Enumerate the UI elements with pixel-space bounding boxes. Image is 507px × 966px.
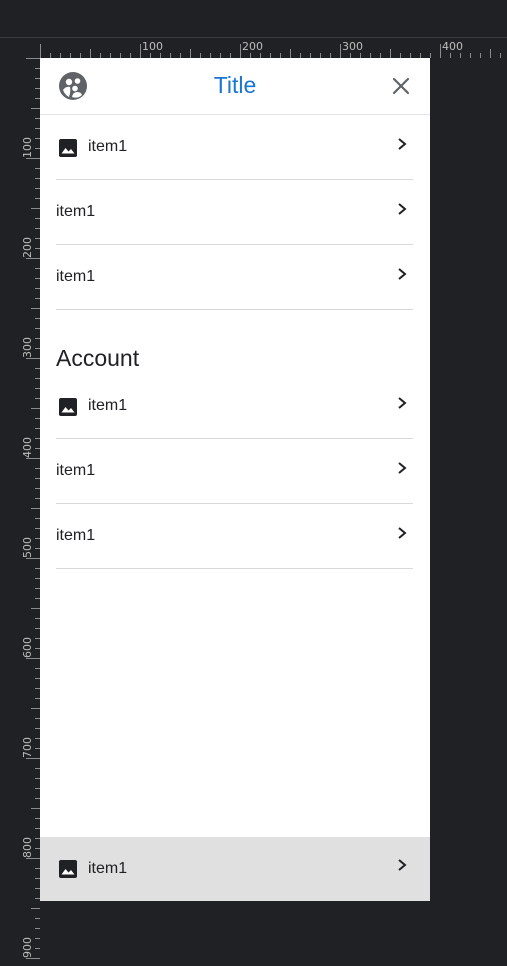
ruler-tick <box>480 53 481 58</box>
ruler-tick <box>240 44 241 58</box>
ruler-tick <box>460 53 461 58</box>
ruler-label-v900: 900 <box>21 937 34 958</box>
ruler-label-v600: 600 <box>21 637 34 658</box>
vertical-ruler: 100 200 300 400 500 600 700 800 900 <box>21 58 40 966</box>
ruler-tick <box>450 53 451 58</box>
ruler-label-400: 400 <box>442 40 463 53</box>
ruler-tick <box>190 49 191 58</box>
ruler-tick <box>440 44 441 58</box>
ruler-label-300: 300 <box>342 40 363 53</box>
ruler-label-v100: 100 <box>21 137 34 158</box>
ruler-tick <box>31 208 40 209</box>
ruler-tick <box>40 44 41 58</box>
list-item-label: item1 <box>88 397 128 414</box>
list-item[interactable]: item1 <box>56 180 413 245</box>
ruler-tick <box>290 49 291 58</box>
ruler-tick <box>31 108 40 109</box>
list-item-label: item1 <box>56 527 96 544</box>
ruler-tick <box>31 608 40 609</box>
ruler-tick <box>31 408 40 409</box>
ruler-tick <box>26 758 40 759</box>
ruler-label-v300: 300 <box>21 337 34 358</box>
panel-header: Title <box>40 58 430 115</box>
ruler-tick <box>390 49 391 58</box>
ruler-label-200: 200 <box>242 40 263 53</box>
list-item-label: item1 <box>88 138 128 155</box>
ruler-tick <box>31 908 40 909</box>
ruler-tick <box>35 948 40 949</box>
image-icon <box>59 139 77 157</box>
ruler-tick <box>31 508 40 509</box>
ruler-tick <box>470 53 471 58</box>
side-panel: Title item1 item1 item1 Account item1 it… <box>40 58 430 901</box>
ruler-tick <box>500 53 501 58</box>
list-item[interactable]: item1 <box>56 115 413 180</box>
ruler-tick <box>31 308 40 309</box>
close-icon[interactable] <box>391 76 411 96</box>
footer-list-item[interactable]: item1 <box>40 837 430 901</box>
list-item[interactable]: item1 <box>56 504 413 569</box>
ruler-label-v400: 400 <box>21 437 34 458</box>
ruler-tick <box>26 258 40 259</box>
chevron-right-icon <box>398 462 407 474</box>
ruler-label-v500: 500 <box>21 537 34 558</box>
chevron-right-icon <box>398 527 407 539</box>
ruler-tick <box>26 458 40 459</box>
ruler-label-v200: 200 <box>21 237 34 258</box>
ruler-tick <box>26 358 40 359</box>
list-item-label: item1 <box>88 860 128 877</box>
ruler-tick <box>35 928 40 929</box>
chevron-right-icon <box>398 397 407 409</box>
image-icon <box>59 398 77 416</box>
ruler-tick <box>31 808 40 809</box>
ruler-tick <box>90 49 91 58</box>
list-item[interactable]: item1 <box>56 374 413 439</box>
horizontal-ruler: 100 200 300 400 <box>0 37 507 58</box>
list-item[interactable]: item1 <box>56 439 413 504</box>
list-item-label: item1 <box>56 462 96 479</box>
ruler-label-v800: 800 <box>21 837 34 858</box>
chevron-right-icon <box>398 268 407 280</box>
ruler-tick <box>26 958 40 959</box>
chevron-right-icon <box>398 138 407 150</box>
section-title-account: Account <box>56 345 140 371</box>
chevron-right-icon <box>398 203 407 215</box>
ruler-tick <box>35 938 40 939</box>
ruler-tick <box>26 158 40 159</box>
ruler-tick <box>490 49 491 58</box>
ruler-tick <box>35 918 40 919</box>
ruler-tick <box>430 53 431 58</box>
ruler-tick <box>140 44 141 58</box>
chevron-right-icon <box>398 859 407 871</box>
ruler-tick <box>26 858 40 859</box>
ruler-tick <box>26 658 40 659</box>
ruler-label-100: 100 <box>142 40 163 53</box>
ruler-tick <box>31 708 40 709</box>
image-icon <box>59 860 77 878</box>
ruler-tick <box>340 44 341 58</box>
page-title: Title <box>213 72 257 98</box>
ruler-label-v700: 700 <box>21 737 34 758</box>
ruler-tick <box>26 58 40 59</box>
ruler-tick <box>26 558 40 559</box>
list-item[interactable]: item1 <box>56 245 413 310</box>
list-item-label: item1 <box>56 203 96 220</box>
list-item-label: item1 <box>56 268 96 285</box>
